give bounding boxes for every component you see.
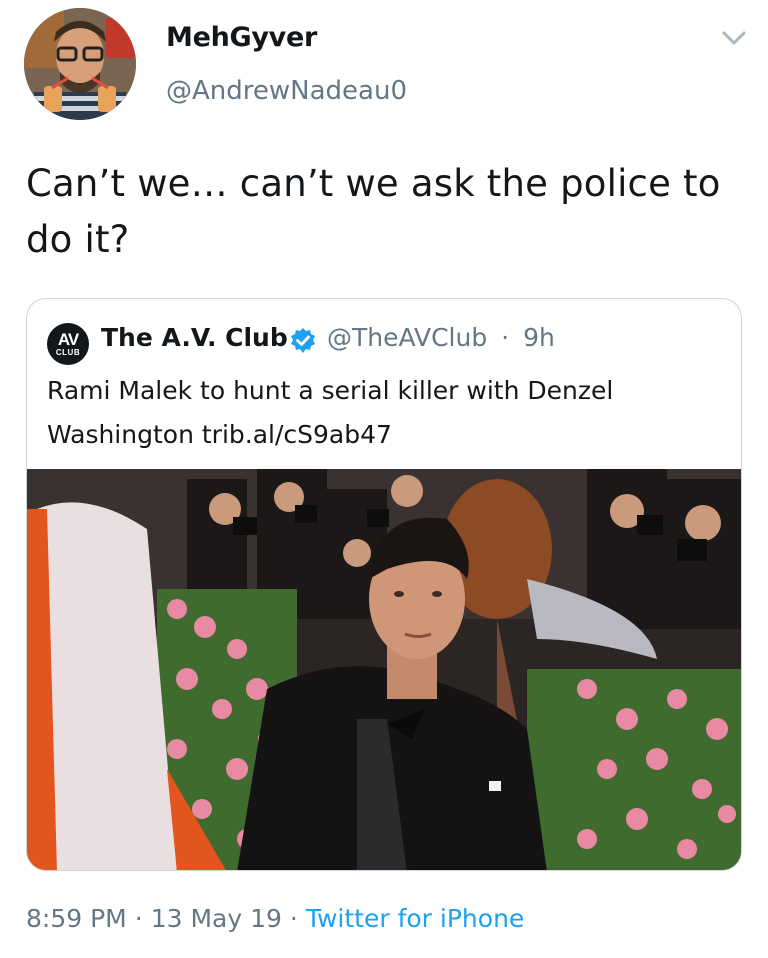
quoted-author-avatar[interactable]: AV CLUB [47, 323, 89, 365]
verified-badge-icon [289, 327, 317, 355]
author-display-name[interactable]: MehGyver [166, 22, 317, 53]
quoted-tweet-age: 9h [523, 323, 555, 352]
separator-dot: · [134, 904, 143, 933]
quoted-author-name[interactable]: The A.V. Club [101, 323, 288, 352]
author-avatar[interactable] [24, 8, 136, 120]
tweet-source-link[interactable]: Twitter for iPhone [306, 904, 524, 933]
chevron-down-icon[interactable] [717, 24, 751, 52]
quoted-tweet-photo[interactable] [27, 469, 741, 870]
avatar-logo-subtext: CLUB [55, 348, 81, 357]
avatar-logo-text: AV [57, 330, 79, 349]
quoted-author-meta[interactable]: @TheAVClub · 9h [327, 323, 555, 352]
tweet-text: Can’t we… can’t we ask the police to do … [26, 162, 721, 261]
tweet-time[interactable]: 8:59 PM [26, 904, 127, 933]
quoted-tweet-text: Rami Malek to hunt a serial killer with … [47, 376, 614, 449]
quoted-tweet-card[interactable]: AV CLUB The A.V. Club @TheAVClub · 9h Ra… [26, 298, 742, 871]
separator-dot: · [501, 323, 510, 352]
author-handle[interactable]: @AndrewNadeau0 [166, 76, 407, 106]
tweet-date[interactable]: 13 May 19 [151, 904, 282, 933]
quoted-author-handle: @TheAVClub [327, 323, 488, 352]
tweet-meta: 8:59 PM · 13 May 19 · Twitter for iPhone [26, 904, 524, 933]
separator-dot: · [289, 904, 298, 933]
